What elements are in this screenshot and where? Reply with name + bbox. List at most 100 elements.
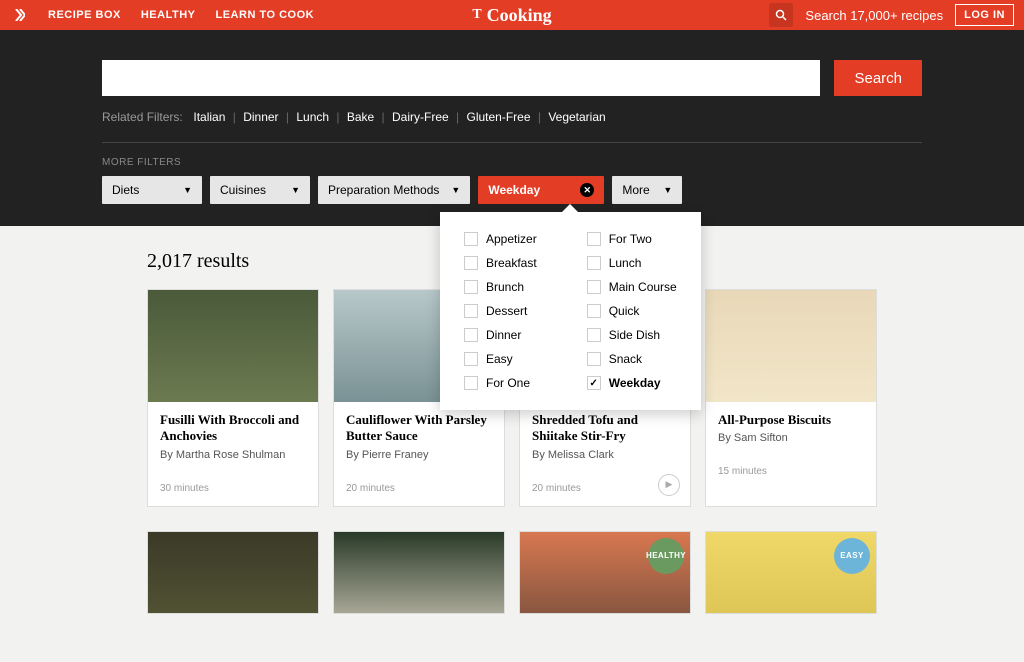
recipe-image (334, 532, 504, 614)
filter-more[interactable]: More▼ (612, 176, 682, 204)
dropdown-option[interactable]: Dinner (464, 328, 537, 342)
nav-learn-to-cook[interactable]: LEARN TO COOK (216, 9, 315, 21)
option-label: Easy (486, 352, 513, 366)
play-icon[interactable]: ▶ (658, 474, 680, 496)
menu-expand-icon[interactable] (10, 6, 28, 24)
checkbox[interactable] (587, 280, 601, 294)
login-button[interactable]: LOG IN (955, 4, 1014, 26)
checkbox[interactable] (587, 328, 601, 342)
option-label: For One (486, 376, 530, 390)
recipe-image (148, 532, 318, 614)
related-gluten-free[interactable]: Gluten-Free (466, 110, 530, 124)
topbar-nav: RECIPE BOX HEALTHY LEARN TO COOK (10, 6, 314, 24)
option-label: Breakfast (486, 256, 537, 270)
option-label: For Two (609, 232, 652, 246)
dropdown-option[interactable]: Breakfast (464, 256, 537, 270)
caret-down-icon: ▼ (291, 185, 300, 195)
option-label: Appetizer (486, 232, 537, 246)
recipe-card[interactable]: EASY (705, 531, 877, 614)
topbar: RECIPE BOX HEALTHY LEARN TO COOK T Cooki… (0, 0, 1024, 30)
option-label: Main Course (609, 280, 677, 294)
nyt-t-icon: T (472, 7, 481, 23)
recipe-time: 20 minutes (346, 483, 492, 494)
checkbox[interactable] (587, 352, 601, 366)
recipe-card[interactable] (147, 531, 319, 614)
weekday-dropdown: Appetizer Breakfast Brunch Dessert Dinner Eas… (440, 212, 701, 410)
checkbox[interactable] (587, 376, 601, 390)
option-label: Weekday (609, 376, 661, 390)
recipe-author: By Melissa Clark (532, 449, 678, 461)
caret-down-icon: ▼ (663, 185, 672, 195)
more-filters-label: MORE FILTERS (102, 142, 922, 168)
recipe-card[interactable]: Fusilli With Broccoli and Anchovies By Ma… (147, 289, 319, 507)
dropdown-option[interactable]: Quick (587, 304, 677, 318)
recipe-card[interactable]: HEALTHY (519, 531, 691, 614)
dropdown-option[interactable]: Weekday (587, 376, 677, 390)
recipe-badge: EASY (834, 538, 870, 574)
nav-recipe-box[interactable]: RECIPE BOX (48, 9, 121, 21)
filter-weekday[interactable]: Weekday✕ (478, 176, 604, 204)
recipe-author: By Sam Sifton (718, 432, 864, 444)
logo-text: Cooking (487, 5, 552, 26)
option-label: Dinner (486, 328, 521, 342)
recipe-card[interactable] (333, 531, 505, 614)
filter-cuisines[interactable]: Cuisines▼ (210, 176, 310, 204)
related-italian[interactable]: Italian (193, 110, 225, 124)
related-filters: Related Filters: Italian | Dinner | Lunc… (102, 110, 922, 124)
checkbox[interactable] (587, 304, 601, 318)
dropdown-option[interactable]: Lunch (587, 256, 677, 270)
filter-diets[interactable]: Diets▼ (102, 176, 202, 204)
recipe-title: All-Purpose Biscuits (718, 412, 864, 428)
option-label: Lunch (609, 256, 642, 270)
checkbox[interactable] (587, 232, 601, 246)
dropdown-option[interactable]: For Two (587, 232, 677, 246)
option-label: Quick (609, 304, 640, 318)
checkbox[interactable] (464, 352, 478, 366)
dropdown-option[interactable]: Main Course (587, 280, 677, 294)
search-input[interactable] (102, 60, 820, 96)
filter-preparation[interactable]: Preparation Methods▼ (318, 176, 470, 204)
dropdown-option[interactable]: Appetizer (464, 232, 537, 246)
checkbox[interactable] (464, 280, 478, 294)
related-dairy-free[interactable]: Dairy-Free (392, 110, 449, 124)
option-label: Side Dish (609, 328, 660, 342)
caret-down-icon: ▼ (183, 185, 192, 195)
related-vegetarian[interactable]: Vegetarian (548, 110, 605, 124)
dropdown-option[interactable]: Side Dish (587, 328, 677, 342)
search-button[interactable]: Search (834, 60, 922, 96)
checkbox[interactable] (464, 304, 478, 318)
search-hint[interactable]: Search 17,000+ recipes (805, 8, 943, 23)
checkbox[interactable] (464, 232, 478, 246)
search-icon[interactable] (769, 3, 793, 27)
related-dinner[interactable]: Dinner (243, 110, 278, 124)
recipe-card[interactable]: All-Purpose Biscuits By Sam Sifton 15 minu… (705, 289, 877, 507)
dropdown-option[interactable]: Easy (464, 352, 537, 366)
dropdown-option[interactable]: Snack (587, 352, 677, 366)
dropdown-option[interactable]: Brunch (464, 280, 537, 294)
logo[interactable]: T Cooking (472, 5, 551, 26)
close-icon[interactable]: ✕ (580, 183, 594, 197)
related-lunch[interactable]: Lunch (296, 110, 329, 124)
recipe-author: By Pierre Franey (346, 449, 492, 461)
recipe-time: 15 minutes (718, 466, 864, 477)
search-section: Search Related Filters: Italian | Dinner… (0, 30, 1024, 226)
recipe-author: By Martha Rose Shulman (160, 449, 306, 461)
recipe-badge: HEALTHY (648, 538, 684, 574)
nav-healthy[interactable]: HEALTHY (141, 9, 196, 21)
filter-chips: Diets▼ Cuisines▼ Preparation Methods▼ We… (102, 176, 922, 204)
recipe-time: 30 minutes (160, 483, 306, 494)
recipe-image (148, 290, 318, 402)
related-bake[interactable]: Bake (347, 110, 374, 124)
recipe-title: Fusilli With Broccoli and Anchovies (160, 412, 306, 445)
caret-down-icon: ▼ (451, 185, 460, 195)
dropdown-option[interactable]: Dessert (464, 304, 537, 318)
checkbox[interactable] (464, 376, 478, 390)
option-label: Brunch (486, 280, 524, 294)
checkbox[interactable] (587, 256, 601, 270)
dropdown-option[interactable]: For One (464, 376, 537, 390)
checkbox[interactable] (464, 328, 478, 342)
checkbox[interactable] (464, 256, 478, 270)
topbar-right: Search 17,000+ recipes LOG IN (769, 3, 1014, 27)
option-label: Dessert (486, 304, 527, 318)
recipe-time: 20 minutes (532, 483, 678, 494)
